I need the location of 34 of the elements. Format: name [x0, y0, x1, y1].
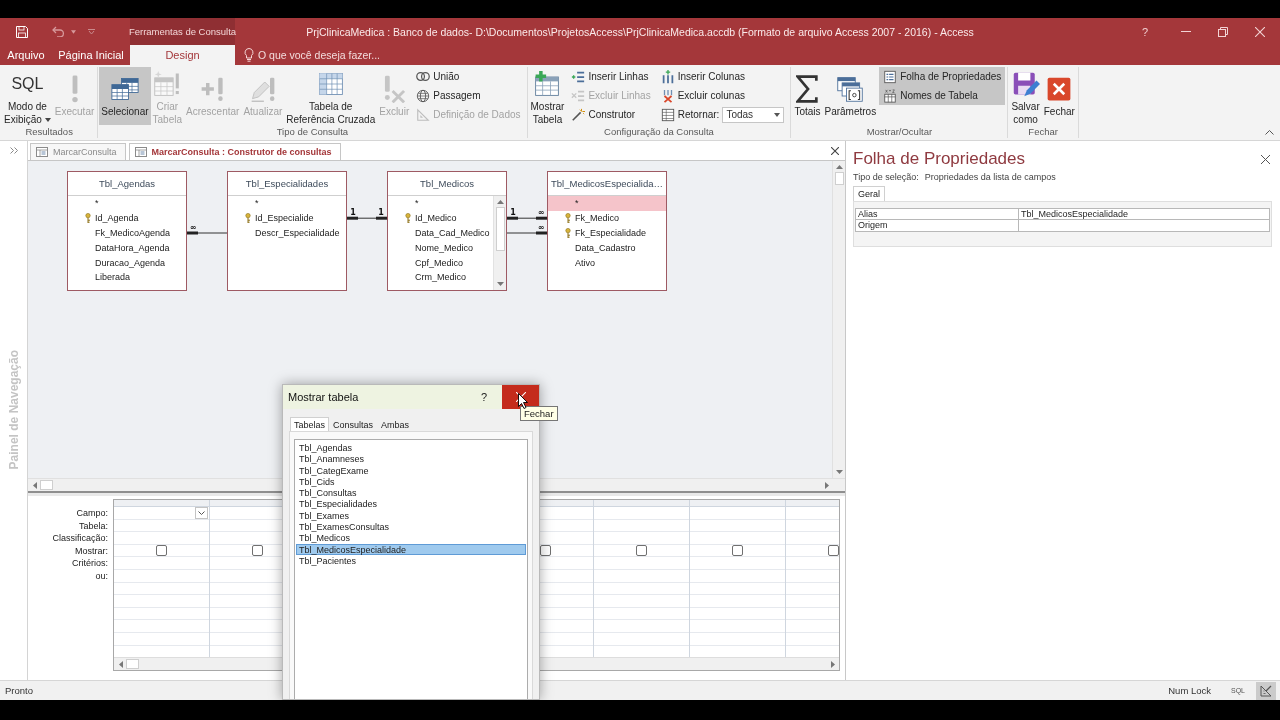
grid-row-label: ou: [94, 569, 109, 583]
cardinality-label: ∞ [537, 223, 545, 232]
cardinality-label: ∞ [189, 223, 197, 232]
cardinality-label: ∞ [537, 208, 545, 218]
group-label: Configuração da Consulta [603, 125, 715, 138]
property-name: Origem [855, 220, 1019, 232]
group-label: Tipo de Consulta [275, 125, 350, 138]
dialog-title: Mostrar tabela [288, 391, 359, 403]
group-label: Mostrar/Ocultar [865, 125, 934, 138]
sql-icon: SQL [4, 70, 51, 98]
window-title: PrjClinicaMedica : Banco de dados- D:\Documentos\ProjetosAccess\PrjClinicaMedica.accdb (Formato de arquivo Access 2007 - 2016) - Access [306, 24, 974, 40]
table-title: Tbl_Especialidades [245, 178, 329, 189]
status-indicator: Num Lock [1168, 685, 1211, 696]
selection-type-value: Propriedades da lista de campos [924, 172, 1056, 182]
tooltip: Fechar [520, 406, 558, 421]
grid-row-label: Classificação: [51, 532, 109, 545]
cardinality-label: 1 [510, 208, 516, 218]
grid-row-label: Critérios: [71, 557, 109, 570]
group-label: Fechar [1027, 125, 1059, 138]
return-label: Retornar: [677, 109, 720, 120]
panel-title: Folha de Propriedades [853, 149, 1025, 169]
table-title: Tbl_Medicos [420, 178, 474, 189]
table-title: Tbl_Agendas [99, 178, 155, 189]
context-tab-label: Ferramentas de Consulta [130, 18, 235, 45]
property-name: Alias [855, 208, 1019, 220]
status-text: Pronto [5, 685, 33, 696]
cardinality-label: 1 [378, 208, 384, 218]
grid-row-label: Campo: [75, 507, 109, 520]
selection-type-label: Tipo de seleção: [853, 172, 919, 182]
table-title: Tbl_MedicosEspecialida… [551, 178, 663, 189]
grid-row-label: Mostrar: [74, 544, 109, 558]
cardinality-label: 1 [350, 208, 356, 218]
grid-row-label: Tabela: [77, 519, 109, 533]
group-label: Resultados [24, 125, 74, 138]
